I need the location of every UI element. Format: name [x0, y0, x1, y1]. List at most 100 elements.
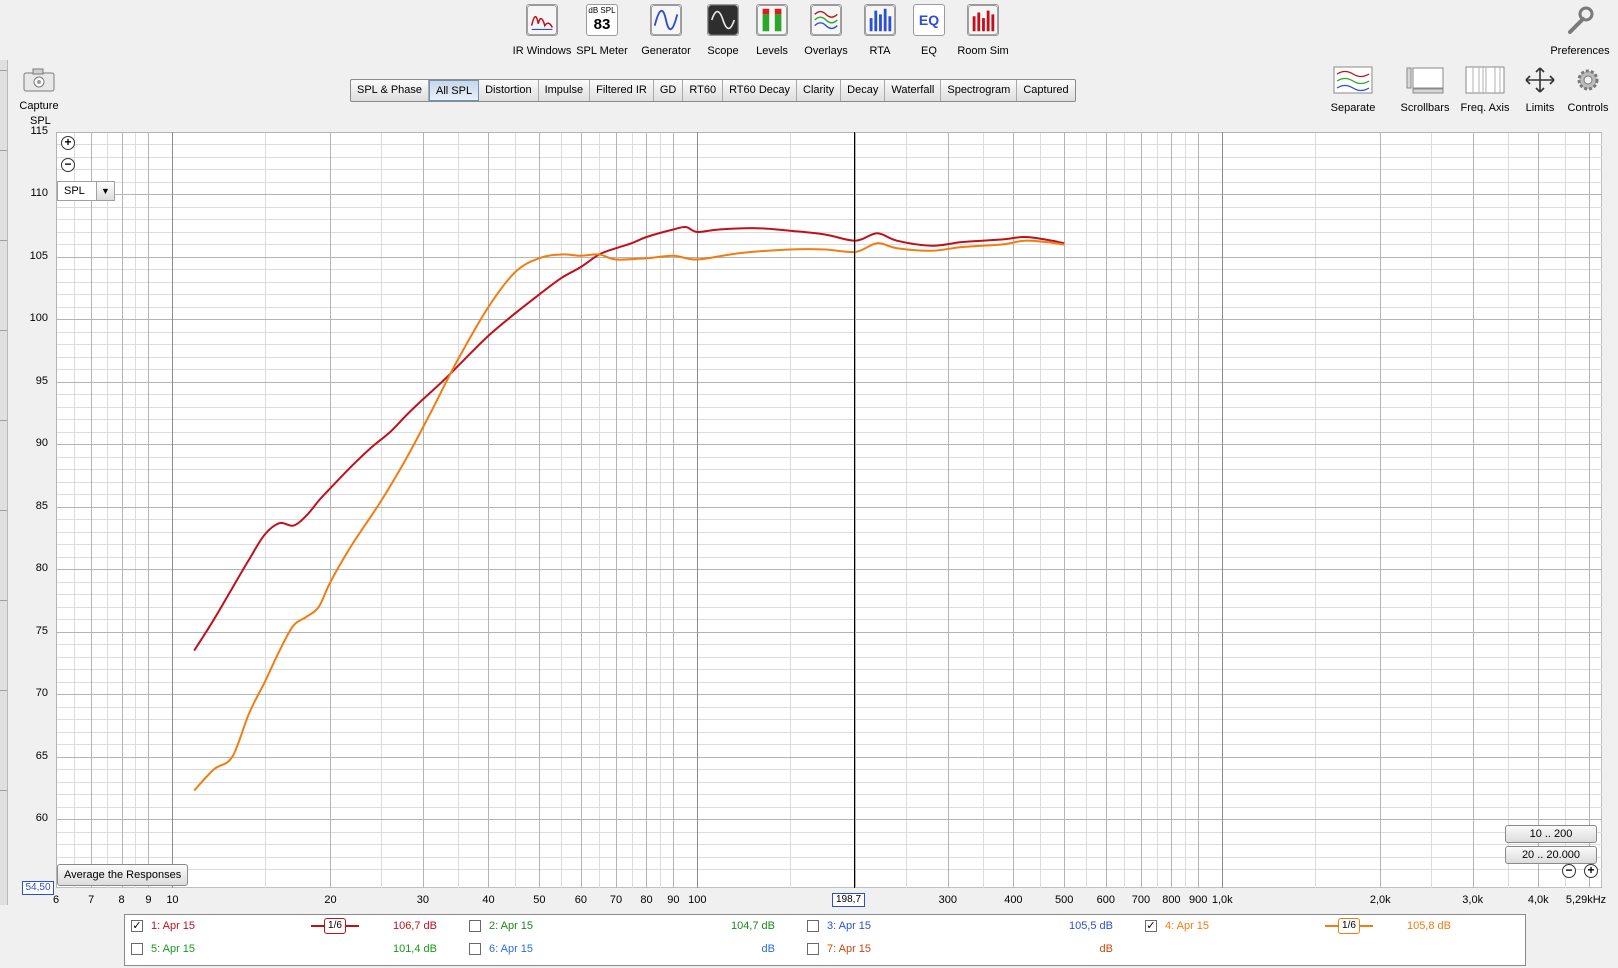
room-sim-label: Room Sim	[957, 45, 1009, 57]
tab-clarity[interactable]: Clarity	[797, 80, 842, 101]
spl-meter-button[interactable]: dB SPL 83 SPL Meter	[570, 4, 634, 58]
capture-button[interactable]: Capture	[14, 68, 64, 112]
tab-spectrogram[interactable]: Spectrogram	[941, 80, 1018, 101]
x-tick-label: 600	[1096, 894, 1115, 906]
ir-windows-icon	[526, 4, 558, 36]
x-tick-label: 3,0k	[1462, 894, 1484, 906]
legend-label: 3: Apr 15	[827, 920, 872, 932]
tab-filtered-ir[interactable]: Filtered IR	[590, 80, 654, 101]
y-cursor-readout[interactable]: 54,50	[22, 881, 54, 895]
x-tick-label: 60	[574, 894, 588, 906]
y-tick-label: 75	[35, 624, 48, 637]
x-tick-label: 30	[416, 894, 430, 906]
gear-icon	[1577, 69, 1599, 91]
ir-windows-button[interactable]: IR Windows	[510, 4, 574, 58]
main-toolbar: IR Windows dB SPL 83 SPL Meter Generator…	[0, 0, 1618, 60]
x-zoom-out-icon[interactable]: −	[1562, 864, 1576, 878]
chevron-down-icon[interactable]: ▼	[96, 182, 114, 200]
y-tick-label: 65	[35, 749, 48, 762]
y-tick-label: 90	[35, 437, 48, 450]
separate-button[interactable]: Separate	[1318, 66, 1388, 114]
tab-rt60[interactable]: RT60	[683, 80, 724, 101]
legend-value: dB	[761, 943, 775, 955]
legend-checkbox[interactable]	[469, 920, 481, 932]
tab-rt60-decay[interactable]: RT60 Decay	[723, 80, 797, 101]
y-tick-label: 85	[35, 499, 48, 512]
x-zoom-in-icon[interactable]: +	[1584, 864, 1598, 878]
x-tick-label: 70	[609, 894, 623, 906]
legend-label: 2: Apr 15	[489, 920, 534, 932]
x-tick-label: 300	[938, 894, 957, 906]
rta-icon	[864, 4, 896, 36]
x-tick-label: 90	[667, 894, 680, 906]
tab-impulse[interactable]: Impulse	[539, 80, 591, 101]
range-20-20000-button[interactable]: 20 .. 20.000	[1505, 846, 1597, 864]
left-strip-divider	[0, 420, 7, 421]
y-axis-select[interactable]: SPL ▼	[57, 181, 115, 201]
x-tick-label: 6	[52, 894, 60, 906]
room-sim-button[interactable]: Room Sim	[951, 4, 1015, 58]
legend-checkbox[interactable]	[807, 920, 819, 932]
spl-meter-icon: dB SPL 83	[586, 4, 618, 36]
limits-icon	[1525, 67, 1555, 93]
range-10-200-button[interactable]: 10 .. 200	[1505, 825, 1597, 843]
x-tick-label: 700	[1131, 894, 1151, 906]
legend-item: 3: Apr 15 105,5 dB	[807, 918, 1137, 936]
spl-meter-label: SPL Meter	[576, 45, 628, 57]
x-tick-label: 2,0k	[1369, 894, 1391, 906]
legend-checkbox[interactable]: ✓	[131, 920, 143, 932]
legend-item: 6: Apr 15 dB	[469, 941, 799, 959]
x-tick-label: 40	[482, 894, 495, 906]
y-tick-label: 115	[30, 125, 48, 137]
wrench-icon	[1568, 6, 1594, 34]
y-axis-select-value: SPL	[64, 185, 85, 197]
y-tick-label: 110	[30, 187, 48, 200]
eq-icon: EQ	[913, 4, 945, 36]
average-responses-button[interactable]: Average the Responses	[57, 864, 189, 886]
y-tick-label: 70	[35, 687, 48, 700]
generator-button[interactable]: Generator	[634, 4, 698, 58]
x-cursor-readout[interactable]: 198,7	[832, 893, 865, 907]
x-tick-label: 80	[640, 894, 653, 906]
separate-label: Separate	[1330, 102, 1376, 114]
tab-waterfall[interactable]: Waterfall	[885, 80, 942, 101]
left-strip-divider	[0, 330, 7, 331]
freq-axis-icon	[1465, 66, 1505, 94]
tab-gd[interactable]: GD	[654, 80, 684, 101]
legend-label: 5: Apr 15	[151, 943, 196, 955]
legend-value: 105,5 dB	[1068, 920, 1113, 932]
x-tick-label: 7	[88, 894, 95, 906]
legend-checkbox[interactable]	[807, 943, 819, 955]
smoothing-indicator[interactable]: 1/6	[311, 918, 359, 934]
x-tick-label: 9	[145, 894, 152, 906]
preferences-label: Preferences	[1550, 45, 1610, 57]
legend-value: 101,4 dB	[392, 943, 437, 955]
tab-all-spl[interactable]: All SPL	[429, 80, 480, 101]
plot-background	[56, 132, 1602, 888]
scrollbars-icon	[1406, 67, 1444, 94]
legend-item: ✓ 1: Apr 15 1/6 106,7 dB	[131, 918, 461, 936]
y-tick-label: 60	[35, 812, 48, 825]
plot-area[interactable]	[56, 132, 1602, 888]
y-zoom-out-icon[interactable]: −	[61, 158, 75, 172]
levels-icon	[756, 4, 788, 36]
frequency-response-chart[interactable]	[56, 132, 1602, 888]
legend-checkbox[interactable]: ✓	[1145, 920, 1157, 932]
smoothing-indicator[interactable]: 1/6	[1325, 918, 1373, 934]
tab-spl-phase[interactable]: SPL & Phase	[351, 80, 430, 101]
x-tick-label: 5,29kHz	[1565, 894, 1607, 906]
legend-label: 1: Apr 15	[151, 920, 196, 932]
tab-captured[interactable]: Captured	[1017, 80, 1074, 101]
x-tick-label: 900	[1189, 894, 1208, 906]
y-zoom-in-icon[interactable]: +	[61, 136, 75, 150]
left-strip-divider	[0, 240, 7, 241]
spl-meter-unit: dB SPL	[588, 6, 616, 15]
tab-decay[interactable]: Decay	[841, 80, 886, 101]
tab-distortion[interactable]: Distortion	[479, 80, 539, 101]
spl-meter-reading: 83	[593, 16, 611, 33]
legend-checkbox[interactable]	[469, 943, 481, 955]
preferences-button[interactable]: Preferences	[1547, 4, 1613, 58]
legend-checkbox[interactable]	[131, 943, 143, 955]
x-tick-label: 800	[1162, 894, 1181, 906]
controls-button[interactable]: Controls	[1558, 66, 1618, 114]
